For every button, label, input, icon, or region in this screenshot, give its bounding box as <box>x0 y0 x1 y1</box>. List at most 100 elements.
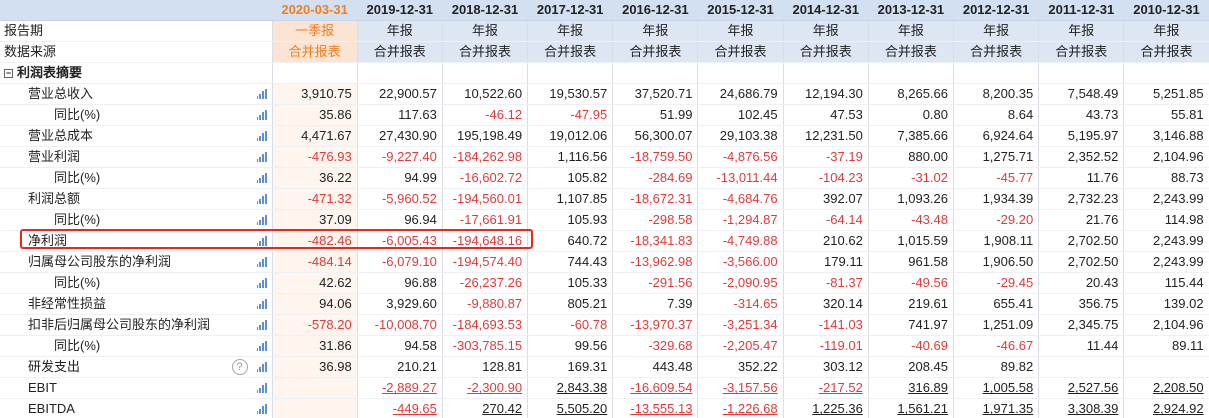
value-cell: -46.67 <box>953 335 1040 358</box>
bar-chart-icon[interactable] <box>256 89 267 100</box>
value-cell: 7,385.66 <box>868 125 955 148</box>
data-source-cell: 合并报表 <box>783 41 869 64</box>
bar-chart-icon[interactable] <box>256 278 267 289</box>
value-cell: 37.09 <box>272 209 358 232</box>
row-label: 同比(%) <box>54 275 101 291</box>
value-cell[interactable]: -3,157.56 <box>697 377 784 400</box>
bar-chart-icon[interactable] <box>256 341 267 352</box>
bar-chart-icon[interactable] <box>256 404 267 415</box>
row-label-cell: 同比(%) <box>0 335 273 358</box>
value-cell: -3,566.00 <box>697 251 784 274</box>
value-cell: -18,759.50 <box>612 146 699 169</box>
row-label-cell: 同比(%) <box>0 104 273 127</box>
value-cell <box>1123 356 1209 379</box>
collapse-toggle-icon[interactable]: − <box>4 69 13 79</box>
value-cell: 2,243.99 <box>1123 188 1209 211</box>
value-cell[interactable]: 5,505.20 <box>527 398 614 418</box>
period-header-cell[interactable]: 2018-12-31 <box>442 0 529 22</box>
value-cell[interactable]: 270.42 <box>442 398 529 418</box>
period-header-cell[interactable]: 2017-12-31 <box>527 0 614 22</box>
row-label-cell: 营业总收入 <box>0 83 273 106</box>
section-row-income-summary[interactable]: − 利润表摘要 <box>0 62 1209 85</box>
value-cell: 210.62 <box>783 230 869 253</box>
value-cell: -29.20 <box>953 209 1040 232</box>
value-cell: 11.76 <box>1038 167 1125 190</box>
value-cell[interactable]: 2,924.92 <box>1123 398 1209 418</box>
value-cell: 3,146.88 <box>1123 125 1209 148</box>
value-cell[interactable]: 1,005.58 <box>953 377 1040 400</box>
value-cell[interactable]: 3,308.39 <box>1038 398 1125 418</box>
value-cell: -13,011.44 <box>697 167 784 190</box>
value-cell: -298.58 <box>612 209 699 232</box>
value-cell[interactable]: 2,527.56 <box>1038 377 1125 400</box>
period-header-cell[interactable]: 2012-12-31 <box>953 0 1040 22</box>
value-cell[interactable]: -217.52 <box>783 377 869 400</box>
value-cell: 1,906.50 <box>953 251 1040 274</box>
help-icon[interactable]: ? <box>231 359 248 376</box>
period-header-cell[interactable]: 2011-12-31 <box>1038 0 1125 22</box>
value-cell: 42.62 <box>272 272 358 295</box>
report-period-label: 报告期 <box>0 20 273 43</box>
value-cell: 47.53 <box>783 104 869 127</box>
value-cell: -482.46 <box>272 230 358 253</box>
value-cell: 29,103.38 <box>697 125 784 148</box>
value-cell: -291.56 <box>612 272 699 295</box>
value-cell[interactable]: -449.65 <box>357 398 443 418</box>
data-source-cell: 合并报表 <box>697 41 784 64</box>
value-cell: 1,251.09 <box>953 314 1040 337</box>
value-cell: 805.21 <box>527 293 614 316</box>
period-header-cell[interactable]: 2015-12-31 <box>697 0 784 22</box>
value-cell: 1,934.39 <box>953 188 1040 211</box>
period-header-cell[interactable]: 2014-12-31 <box>783 0 869 22</box>
value-cell[interactable]: -13,555.13 <box>612 398 699 418</box>
value-cell[interactable]: 1,971.35 <box>953 398 1040 418</box>
bar-chart-icon[interactable] <box>256 110 267 121</box>
value-cell[interactable]: 2,208.50 <box>1123 377 1209 400</box>
value-cell[interactable]: -2,889.27 <box>357 377 443 400</box>
value-cell: 43.73 <box>1038 104 1125 127</box>
value-cell: 5,195.97 <box>1038 125 1125 148</box>
bar-chart-icon[interactable] <box>256 236 267 247</box>
period-header-cell[interactable]: 2020-03-31 <box>272 0 358 22</box>
bar-chart-icon[interactable] <box>256 173 267 184</box>
value-cell[interactable]: 316.89 <box>868 377 955 400</box>
value-cell: 2,345.75 <box>1038 314 1125 337</box>
bar-chart-icon[interactable] <box>256 299 267 310</box>
value-cell: 8,200.35 <box>953 83 1040 106</box>
row-label: 同比(%) <box>54 212 101 228</box>
data-source-cell: 合并报表 <box>1123 41 1209 64</box>
section-label-cell[interactable]: − 利润表摘要 <box>0 62 273 85</box>
row-label-cell: 同比(%) <box>0 272 273 295</box>
period-header-cell[interactable]: 2013-12-31 <box>868 0 955 22</box>
bar-chart-icon[interactable] <box>256 257 267 268</box>
value-cell: -9,880.87 <box>442 293 529 316</box>
table-row: EBIT -2,889.27 -2,300.90 2,843.38 -16,609.54… <box>0 377 1209 400</box>
value-cell: 352.22 <box>697 356 784 379</box>
value-cell: -484.14 <box>272 251 358 274</box>
row-label: 营业总成本 <box>28 128 94 144</box>
period-header-cell[interactable]: 2019-12-31 <box>357 0 443 22</box>
section-empty-cell <box>868 62 955 85</box>
bar-chart-icon[interactable] <box>256 362 267 373</box>
value-cell: -64.14 <box>783 209 869 232</box>
value-cell: 31.86 <box>272 335 358 358</box>
value-cell[interactable]: -1,226.68 <box>697 398 784 418</box>
bar-chart-icon[interactable] <box>256 152 267 163</box>
row-label-cell: 营业总成本 <box>0 125 273 148</box>
value-cell: -2,205.47 <box>697 335 784 358</box>
value-cell: 12,194.30 <box>783 83 869 106</box>
value-cell[interactable]: 1,225.36 <box>783 398 869 418</box>
value-cell[interactable]: -2,300.90 <box>442 377 529 400</box>
value-cell[interactable]: 1,561.21 <box>868 398 955 418</box>
value-cell: -5,960.52 <box>357 188 443 211</box>
bar-chart-icon[interactable] <box>256 194 267 205</box>
bar-chart-icon[interactable] <box>256 131 267 142</box>
bar-chart-icon[interactable] <box>256 215 267 226</box>
period-header-cell[interactable]: 2010-12-31 <box>1123 0 1209 22</box>
period-header-cell[interactable]: 2016-12-31 <box>612 0 699 22</box>
value-cell <box>1038 356 1125 379</box>
bar-chart-icon[interactable] <box>256 320 267 331</box>
value-cell[interactable]: -16,609.54 <box>612 377 699 400</box>
value-cell[interactable]: 2,843.38 <box>527 377 614 400</box>
bar-chart-icon[interactable] <box>256 383 267 394</box>
